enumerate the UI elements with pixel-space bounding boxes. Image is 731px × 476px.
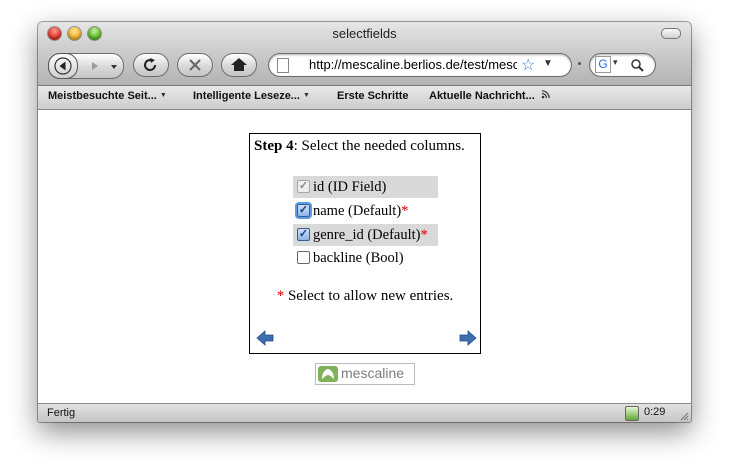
required-marker: * [401,203,409,219]
resize-grip-icon[interactable] [679,411,689,421]
field-row-id: ✓ id (ID Field) [293,176,438,198]
home-icon [231,58,247,71]
search-bar[interactable]: G ▾ [589,53,656,77]
field-row-name: ✓ name (Default)* [293,200,438,222]
engine-dropdown-icon[interactable]: ▾ [613,57,618,68]
note-text: Select to allow new entries. [284,288,454,304]
page-content: Step 4: Select the needed columns. ✓ id … [38,110,691,403]
field-label-wrap: name (Default)* [313,203,408,220]
field-label: genre_id (Default) [313,227,421,243]
window-chrome: selectfields http://mescaline.berlios.de… [38,22,691,86]
browser-window: selectfields http://mescaline.berlios.de… [38,22,691,422]
history-nav-group [48,53,124,79]
bookmark-star-icon[interactable]: ☆ [521,55,535,75]
column-select-wizard: Step 4: Select the needed columns. ✓ id … [249,133,481,354]
home-button[interactable] [221,53,257,77]
status-bar: Fertig 0:29 [38,403,691,422]
arrow-left-icon[interactable] [256,330,274,346]
arrow-right-icon[interactable] [459,330,477,346]
bookmark-most-visited[interactable]: Meistbesuchte Seit... ▼ [48,90,167,102]
bookmark-label: Intelligente Leseze... [193,90,300,102]
mescaline-logo-icon [318,366,338,382]
stop-icon [189,59,201,71]
bookmark-label: Meistbesuchte Seit... [48,90,157,102]
rss-icon [541,90,550,99]
bookmarks-toolbar: Meistbesuchte Seit... ▼ Intelligente Lese… [38,86,691,110]
status-text: Fertig [47,407,76,419]
field-checkbox-genre-id[interactable]: ✓ [297,228,310,241]
stop-button[interactable] [177,53,213,77]
bookmark-label: Aktuelle Nachricht... [429,90,535,102]
field-label: name (Default) [313,203,402,219]
field-label: id (ID Field) [313,179,387,195]
history-dropdown-icon[interactable] [109,57,121,75]
back-button[interactable] [48,53,78,79]
required-marker: * [420,227,428,243]
bookmark-getting-started[interactable]: Erste Schritte [337,90,409,102]
field-checkbox-id[interactable]: ✓ [297,180,310,193]
required-note: * Select to allow new entries. [250,288,480,305]
status-time: 0:29 [644,406,666,418]
field-row-genre-id: ✓ genre_id (Default)* [293,224,438,246]
field-label-wrap: genre_id (Default)* [313,227,428,244]
toolbar-toggle-button[interactable] [661,28,681,39]
chevron-down-icon: ▼ [302,92,310,99]
field-row-backline: backline (Bool) [293,247,438,269]
step-number: Step 4 [254,138,294,154]
forward-icon[interactable] [85,57,105,75]
page-icon [277,58,289,73]
mescaline-logo[interactable]: mescaline [315,363,415,385]
chevron-down-icon: ▼ [159,92,167,99]
url-dropdown-icon[interactable]: ▼ [543,58,553,69]
reload-icon [144,58,157,72]
search-icon[interactable] [628,57,648,73]
search-engine-icon[interactable]: G [595,56,611,73]
bookmark-latest-headlines[interactable]: Aktuelle Nachricht... [429,90,550,102]
leaf-icon [322,369,334,379]
window-title: selectfields [332,26,397,41]
back-icon [54,57,72,75]
bookmark-smart-bookmarks[interactable]: Intelligente Leseze... ▼ [193,90,310,102]
url-text[interactable]: http://mescaline.berlios.de/test/mesc [309,57,517,72]
status-addon-icon[interactable] [625,406,639,421]
field-checkbox-name[interactable]: ✓ [297,204,310,217]
address-bar[interactable]: http://mescaline.berlios.de/test/mesc ☆ … [268,53,572,77]
toolbar-separator [578,62,581,65]
step-instruction: : Select the needed columns. [293,138,465,154]
field-checkbox-backline[interactable] [297,251,310,264]
logo-text: mescaline [341,365,405,381]
reload-button[interactable] [133,53,169,77]
step-heading: Step 4: Select the needed columns. [254,138,465,155]
field-label: backline (Bool) [313,250,404,266]
